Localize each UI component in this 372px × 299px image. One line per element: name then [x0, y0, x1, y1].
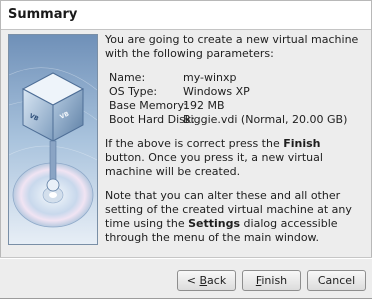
back-label-rest: ack	[207, 274, 227, 287]
cancel-button[interactable]: Cancel	[307, 270, 366, 291]
summary-content: You are going to create a new virtual ma…	[105, 33, 363, 255]
back-prefix: <	[186, 274, 200, 287]
wizard-body: VB VB You are going to create a new virt…	[0, 29, 372, 257]
virtualbox-cube-icon: VB VB	[9, 35, 97, 244]
virtualbox-illustration: VB VB	[8, 34, 98, 245]
param-label: Name:	[109, 71, 146, 84]
finish-note-before: If the above is correct press the	[105, 137, 284, 150]
parameter-list: Name: my-winxp OS Type: Windows XP Base …	[109, 71, 363, 127]
param-value: my-winxp	[183, 71, 237, 84]
param-label: OS Type:	[109, 85, 158, 98]
finish-note-emphasis: Finish	[283, 137, 321, 150]
settings-note-emphasis: Settings	[188, 217, 241, 230]
new-vm-wizard-dialog: Summary VB VB You are going to create a …	[0, 0, 372, 299]
settings-note: Note that you can alter these and all ot…	[105, 189, 363, 245]
param-label: Boot Hard Disk:	[109, 113, 195, 126]
wizard-header: Summary	[0, 0, 372, 30]
param-label: Base Memory:	[109, 99, 187, 112]
back-mnemonic: B	[199, 274, 208, 287]
intro-text: You are going to create a new virtual ma…	[105, 33, 359, 60]
param-row-base-memory: Base Memory: 192 MB	[109, 99, 363, 113]
button-separator	[0, 257, 372, 259]
cancel-label: Cancel	[317, 274, 356, 287]
param-row-os-type: OS Type: Windows XP	[109, 85, 363, 99]
param-row-boot-hard-disk: Boot Hard Disk: Biggie.vdi (Normal, 20.0…	[109, 113, 363, 127]
page-title: Summary	[8, 7, 78, 22]
param-row-name: Name: my-winxp	[109, 71, 363, 85]
finish-note: If the above is correct press the Finish…	[105, 137, 363, 179]
back-button[interactable]: < Back	[177, 270, 236, 291]
finish-note-after: button. Once you press it, a new virtual…	[105, 151, 323, 178]
param-value: 192 MB	[183, 99, 225, 112]
param-value: Windows XP	[183, 85, 250, 98]
param-value: Biggie.vdi (Normal, 20.00 GB)	[183, 113, 348, 126]
finish-label-rest: inish	[261, 274, 288, 287]
finish-button[interactable]: Finish	[242, 270, 301, 291]
